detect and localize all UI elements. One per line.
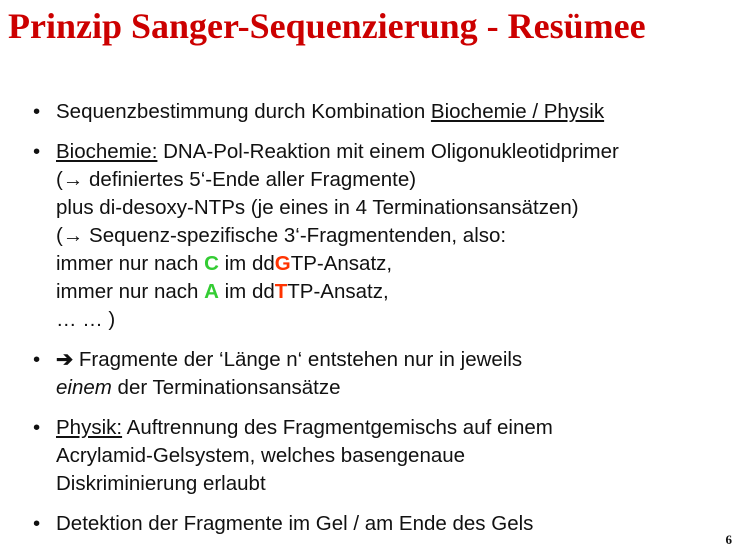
emphasis-einem: einem [56, 376, 112, 399]
biochemie-line-4: Sequenz-spezifische 3‘-Fragmentenden, al… [83, 224, 507, 247]
overview-text: Sequenzbestimmung durch Kombination [56, 100, 431, 123]
slide-title: Prinzip Sanger-Sequenzierung - Resümee [8, 6, 646, 46]
line-5-text-a: immer nur nach [56, 252, 205, 275]
fragmente-line-2: der Terminationsansätze [111, 376, 341, 399]
line-5-text-end: TP-Ansatz, [290, 252, 393, 275]
bold-arrow-right-icon: ➔ [56, 348, 74, 371]
bullet-dot: • [33, 348, 41, 371]
arrow-right-icon: → [62, 168, 84, 191]
physik-line-3: Diskriminierung erlaubt [56, 472, 266, 495]
base-a-highlight: A [204, 280, 219, 303]
paren-open: ( [56, 168, 63, 191]
paren-open: ( [56, 224, 63, 247]
biochemie-line-7: … … ) [56, 308, 116, 331]
detektion-text: Detektion der Fragmente im Gel / am Ende… [56, 512, 534, 535]
page-number: 6 [725, 532, 733, 547]
physik-label: Physik: [56, 416, 123, 439]
line-6-text-a: immer nur nach [56, 280, 205, 303]
bullet-dot: • [33, 512, 41, 535]
overview-underlined-text: Biochemie / Physik [430, 100, 605, 123]
fragmente-line-1: Fragmente der ‘Länge n‘ entstehen nur in… [73, 348, 523, 371]
bullet-dot: • [33, 100, 41, 123]
line-5-text-b: im dd [218, 252, 275, 275]
line-6-text-end: TP-Ansatz, [287, 280, 389, 303]
biochemie-line-3: plus di-desoxy-NTPs (je eines in 4 Termi… [56, 196, 579, 219]
biochemie-line-1: DNA-Pol-Reaktion mit einem Oligonukleoti… [157, 140, 619, 163]
base-t-highlight: T [274, 280, 288, 303]
arrow-right-icon: → [62, 224, 84, 247]
biochemie-label: Biochemie: [56, 140, 158, 163]
physik-line-2: Acrylamid-Gelsystem, welches basengenaue [56, 444, 466, 467]
base-c-highlight: C [204, 252, 219, 275]
biochemie-line-2: definiertes 5‘-Ende aller Fragmente) [83, 168, 417, 191]
base-g-highlight: G [274, 252, 291, 275]
bullet-dot: • [33, 416, 41, 439]
bullet-dot: • [33, 140, 41, 163]
line-6-text-b: im dd [218, 280, 275, 303]
physik-line-1: Auftrennung des Fragmentgemischs auf ein… [122, 416, 553, 439]
